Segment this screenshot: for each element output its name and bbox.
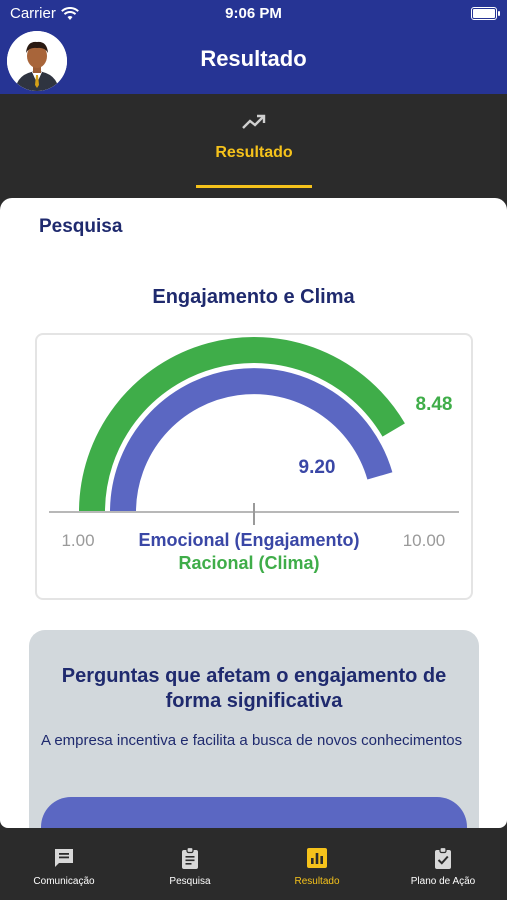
clipboard-check-icon bbox=[435, 846, 451, 869]
battery-icon bbox=[471, 7, 500, 20]
nav-item-resultado[interactable]: Resultado bbox=[262, 846, 372, 887]
trending-up-icon bbox=[242, 114, 266, 129]
bottom-navigation: Comunicação Pesquisa Resultado Plano de … bbox=[0, 828, 507, 900]
chart-title: Engajamento e Clima bbox=[152, 286, 355, 308]
significant-questions-panel: Perguntas que afetam o engajamento de fo… bbox=[29, 630, 479, 828]
nav-item-pesquisa[interactable]: Pesquisa bbox=[135, 846, 245, 887]
gauge-max-label: 10.00 bbox=[403, 531, 446, 550]
content-card: Pesquisa Engajamento e Clima 8.48 9.20 1… bbox=[0, 198, 507, 828]
legend-racional: Racional (Clima) bbox=[178, 553, 319, 573]
gauge-min-label: 1.00 bbox=[61, 531, 94, 550]
gauge-value-emocional: 9.20 bbox=[299, 457, 336, 478]
tab-resultado[interactable]: Resultado bbox=[196, 112, 312, 188]
nav-item-comunicacao[interactable]: Comunicação bbox=[9, 846, 119, 887]
nav-item-plano-de-acao[interactable]: Plano de Ação bbox=[388, 846, 498, 887]
question-bar[interactable] bbox=[41, 797, 467, 828]
tab-bar: Resultado bbox=[0, 94, 507, 198]
bar-chart-icon bbox=[307, 848, 327, 868]
clipboard-icon bbox=[182, 846, 198, 869]
nav-label-resultado: Resultado bbox=[294, 876, 340, 887]
tab-label: Resultado bbox=[215, 144, 293, 161]
clock: 9:06 PM bbox=[225, 5, 282, 22]
gauge-chart: 8.48 9.20 1.00 10.00 Emocional (Engajame… bbox=[35, 333, 473, 600]
questions-title: Perguntas que afetam o engajamento de fo… bbox=[61, 665, 447, 712]
page-title: Resultado bbox=[200, 46, 307, 71]
nav-label-plano-de-acao: Plano de Ação bbox=[410, 876, 476, 887]
status-bar: Carrier 9:06 PM bbox=[0, 0, 507, 28]
question-item: A empresa incentiva e facilita a busca d… bbox=[41, 732, 463, 749]
chat-icon bbox=[55, 849, 73, 867]
nav-label-pesquisa: Pesquisa bbox=[169, 876, 211, 887]
nav-label-comunicacao: Comunicação bbox=[33, 876, 95, 887]
gauge-value-racional: 8.48 bbox=[416, 394, 453, 415]
gauge-arc-emocional bbox=[110, 368, 393, 513]
section-title: Pesquisa bbox=[39, 216, 123, 237]
app-bar: Resultado bbox=[0, 28, 507, 94]
legend-emocional: Emocional (Engajamento) bbox=[138, 530, 359, 550]
tab-indicator bbox=[196, 185, 312, 188]
